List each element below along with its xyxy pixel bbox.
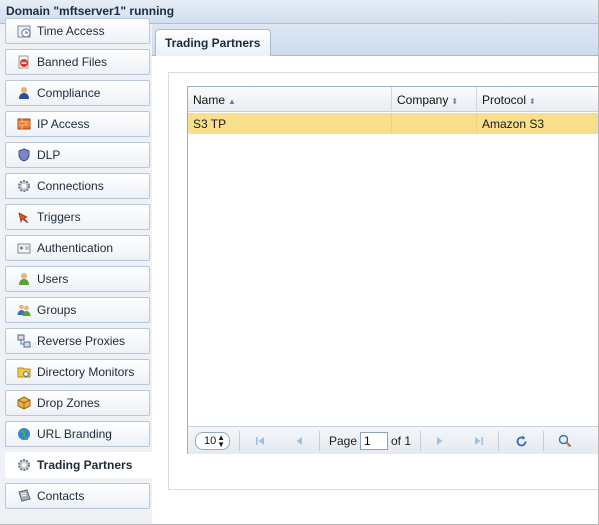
clock-icon bbox=[16, 24, 31, 39]
app-window: Domain "mftserver1" running Time Access … bbox=[0, 0, 599, 525]
address-book-icon bbox=[16, 489, 31, 504]
tab-trading-partners[interactable]: Trading Partners bbox=[155, 29, 271, 57]
sidebar-item-trading-partners[interactable]: Trading Partners bbox=[5, 452, 155, 478]
cell-company bbox=[392, 113, 477, 134]
pager-separator bbox=[543, 431, 544, 451]
last-page-icon bbox=[475, 437, 483, 445]
banned-file-icon bbox=[16, 55, 31, 70]
page-count-label: of 1 bbox=[390, 434, 411, 448]
next-page-icon bbox=[437, 437, 443, 445]
network-icon bbox=[16, 334, 31, 349]
grid-header: Name ▲ Company ⬍ Protocol ⬍ bbox=[188, 87, 598, 112]
search-button[interactable] bbox=[557, 433, 573, 449]
sidebar-item-label: Connections bbox=[37, 179, 104, 193]
pager-separator bbox=[420, 431, 421, 451]
column-header-protocol[interactable]: Protocol ⬍ bbox=[477, 87, 598, 112]
refresh-button[interactable] bbox=[514, 433, 528, 449]
sidebar: Time Access Banned Files Compliance IP A… bbox=[0, 18, 155, 524]
sidebar-item-label: Users bbox=[37, 272, 69, 286]
sidebar-item-label: IP Access bbox=[37, 117, 90, 131]
sidebar-item-url-branding[interactable]: URL Branding bbox=[5, 421, 150, 447]
sidebar-item-time-access[interactable]: Time Access bbox=[5, 18, 150, 44]
tab-strip: Trading Partners bbox=[152, 24, 598, 57]
next-page-button[interactable] bbox=[433, 433, 447, 449]
sidebar-item-label: Triggers bbox=[37, 210, 81, 224]
sidebar-item-reverse-proxies[interactable]: Reverse Proxies bbox=[5, 328, 150, 354]
trigger-icon bbox=[16, 210, 31, 225]
sidebar-item-triggers[interactable]: Triggers bbox=[5, 204, 150, 230]
sort-icon: ⬍ bbox=[529, 97, 536, 106]
page-label: Page bbox=[328, 434, 358, 448]
sidebar-item-drop-zones[interactable]: Drop Zones bbox=[5, 390, 150, 416]
pagination-toolbar: 10 ▲▼ Page of 1 bbox=[188, 426, 598, 454]
previous-page-button[interactable] bbox=[292, 433, 306, 449]
id-card-icon bbox=[16, 241, 31, 256]
sidebar-item-ip-access[interactable]: IP Access bbox=[5, 111, 150, 137]
sidebar-item-directory-monitors[interactable]: Directory Monitors bbox=[5, 359, 150, 385]
first-page-icon bbox=[256, 437, 264, 445]
sidebar-item-label: Compliance bbox=[37, 86, 101, 100]
pager-separator bbox=[239, 431, 240, 451]
sidebar-item-label: Authentication bbox=[37, 241, 114, 255]
folder-monitor-icon bbox=[16, 365, 31, 380]
sort-ascending-icon: ▲ bbox=[228, 97, 236, 106]
cell-name: S3 TP bbox=[188, 113, 392, 134]
last-page-button[interactable] bbox=[472, 433, 486, 449]
sidebar-item-contacts[interactable]: Contacts bbox=[5, 483, 150, 509]
group-icon bbox=[16, 303, 31, 318]
page-number-input[interactable] bbox=[360, 432, 388, 450]
sidebar-item-users[interactable]: Users bbox=[5, 266, 150, 292]
column-header-company[interactable]: Company ⬍ bbox=[392, 87, 477, 112]
sidebar-item-label: URL Branding bbox=[37, 427, 112, 441]
sidebar-item-dlp[interactable]: DLP bbox=[5, 142, 150, 168]
sidebar-item-label: Drop Zones bbox=[37, 396, 100, 410]
sidebar-item-authentication[interactable]: Authentication bbox=[5, 235, 150, 261]
compliance-icon bbox=[16, 86, 31, 101]
previous-page-icon bbox=[296, 437, 302, 445]
sidebar-item-label: Banned Files bbox=[37, 55, 108, 69]
box-icon bbox=[16, 396, 31, 411]
page-size-select[interactable]: 10 ▲ ▼ bbox=[195, 432, 230, 450]
sidebar-item-label: Reverse Proxies bbox=[37, 334, 126, 348]
sort-icon: ⬍ bbox=[451, 97, 459, 106]
sidebar-item-label: DLP bbox=[37, 148, 61, 162]
cell-protocol: Amazon S3 bbox=[482, 117, 545, 131]
trading-partners-grid: Name ▲ Company ⬍ Protocol ⬍ S3 TP Amazon S3… bbox=[187, 86, 598, 454]
globe-icon bbox=[16, 427, 31, 442]
refresh-icon bbox=[516, 435, 526, 446]
sidebar-item-groups[interactable]: Groups bbox=[5, 297, 150, 323]
column-header-name[interactable]: Name ▲ bbox=[188, 87, 392, 112]
shield-icon bbox=[16, 148, 31, 163]
sidebar-item-label: Directory Monitors bbox=[37, 365, 135, 379]
sidebar-item-label: Groups bbox=[37, 303, 77, 317]
sidebar-item-compliance[interactable]: Compliance bbox=[5, 80, 150, 106]
gear-icon bbox=[16, 179, 31, 194]
sidebar-item-label: Trading Partners bbox=[37, 458, 133, 472]
sidebar-item-label: Time Access bbox=[37, 24, 105, 38]
pager-separator bbox=[498, 431, 499, 451]
ip-access-icon bbox=[16, 117, 31, 132]
first-page-button[interactable] bbox=[253, 433, 267, 449]
sidebar-item-banned-files[interactable]: Banned Files bbox=[5, 49, 150, 75]
content-area: Name ▲ Company ⬍ Protocol ⬍ S3 TP Amazon S3… bbox=[152, 56, 598, 524]
table-row[interactable]: S3 TP Amazon S3 bbox=[188, 113, 598, 134]
search-icon bbox=[558, 434, 572, 448]
pager-separator bbox=[319, 431, 320, 451]
select-arrows-icon: ▲ ▼ bbox=[217, 433, 225, 449]
gear-icon bbox=[16, 458, 31, 473]
user-icon bbox=[16, 272, 31, 287]
sidebar-item-connections[interactable]: Connections bbox=[5, 173, 150, 199]
sidebar-item-label: Contacts bbox=[37, 489, 85, 503]
